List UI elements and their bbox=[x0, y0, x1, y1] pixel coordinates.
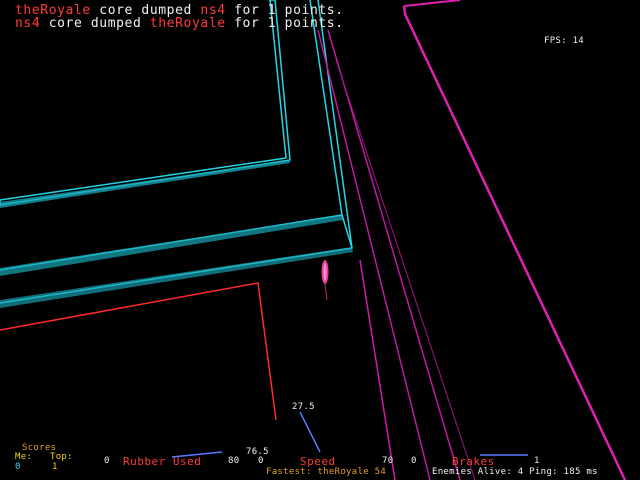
cyan-wall-connector bbox=[341, 214, 353, 249]
scores-me-value: 0 bbox=[15, 462, 21, 472]
magenta-wall-diag-1 bbox=[317, 29, 431, 480]
fastest-label: Fastest: bbox=[266, 467, 312, 477]
rubber-max: 80 bbox=[228, 456, 240, 466]
fps-counter: FPS: 14 bbox=[544, 37, 584, 46]
magenta-wall-near bbox=[359, 259, 396, 480]
speed-meter-needle bbox=[299, 411, 321, 453]
cyan-wall-inner-band bbox=[0, 160, 290, 208]
red-wall bbox=[0, 282, 277, 421]
speed-value: 27.5 bbox=[292, 402, 315, 412]
status-line: Enemies Alive: 4 Ping: 185 ms bbox=[432, 468, 598, 477]
enemies-label: Enemies Alive: bbox=[432, 467, 513, 477]
magenta-wall-far bbox=[403, 0, 461, 7]
ping-value: 185 ms bbox=[563, 467, 598, 477]
message-log-line: ns4 core dumped theRoyale for 1 points. bbox=[15, 17, 344, 30]
magenta-wall-diag-2 bbox=[327, 29, 461, 480]
red-wall-group bbox=[0, 282, 277, 421]
hud-meters bbox=[171, 411, 528, 458]
cyan-wall-group bbox=[0, 0, 353, 308]
game-viewport: theRoyale core dumped ns4 for 1 points. … bbox=[0, 0, 640, 480]
cyan-wall-middle-band bbox=[0, 215, 343, 276]
killer-name: ns4 bbox=[15, 16, 41, 31]
rubber-min: 0 bbox=[104, 456, 110, 466]
speed-min: 0 bbox=[258, 456, 264, 466]
player-light-cycle bbox=[321, 260, 329, 301]
fastest-value: theRoyale 54 bbox=[317, 467, 387, 477]
speed-max: 70 bbox=[382, 456, 394, 466]
rubber-label: Rubber Used bbox=[123, 455, 202, 468]
arena-3d-view bbox=[0, 0, 627, 480]
scores-me-label: Me: bbox=[15, 452, 33, 462]
cyan-wall-middle-rim bbox=[0, 0, 343, 271]
cyan-wall-outer-band bbox=[0, 247, 353, 308]
enemies-value: 4 bbox=[517, 467, 524, 477]
scores-top-label: Top: bbox=[50, 452, 73, 462]
magenta-wall-right-edge bbox=[402, 5, 627, 480]
fps-value: 14 bbox=[572, 36, 585, 46]
magenta-wall-diag-3 bbox=[335, 59, 476, 480]
fastest-info: Fastest: theRoyale 54 bbox=[266, 468, 386, 477]
scores-top-value: 1 bbox=[52, 462, 58, 472]
ping-label: Ping: bbox=[529, 467, 558, 477]
log-points: for 1 points. bbox=[225, 16, 344, 31]
victim-name: theRoyale bbox=[149, 16, 226, 31]
brakes-min: 0 bbox=[411, 456, 417, 466]
fps-label: FPS: bbox=[544, 36, 567, 46]
log-verb: core dumped bbox=[40, 16, 150, 31]
magenta-wall-group bbox=[317, 0, 627, 480]
brakes-max: 1 bbox=[534, 456, 540, 466]
